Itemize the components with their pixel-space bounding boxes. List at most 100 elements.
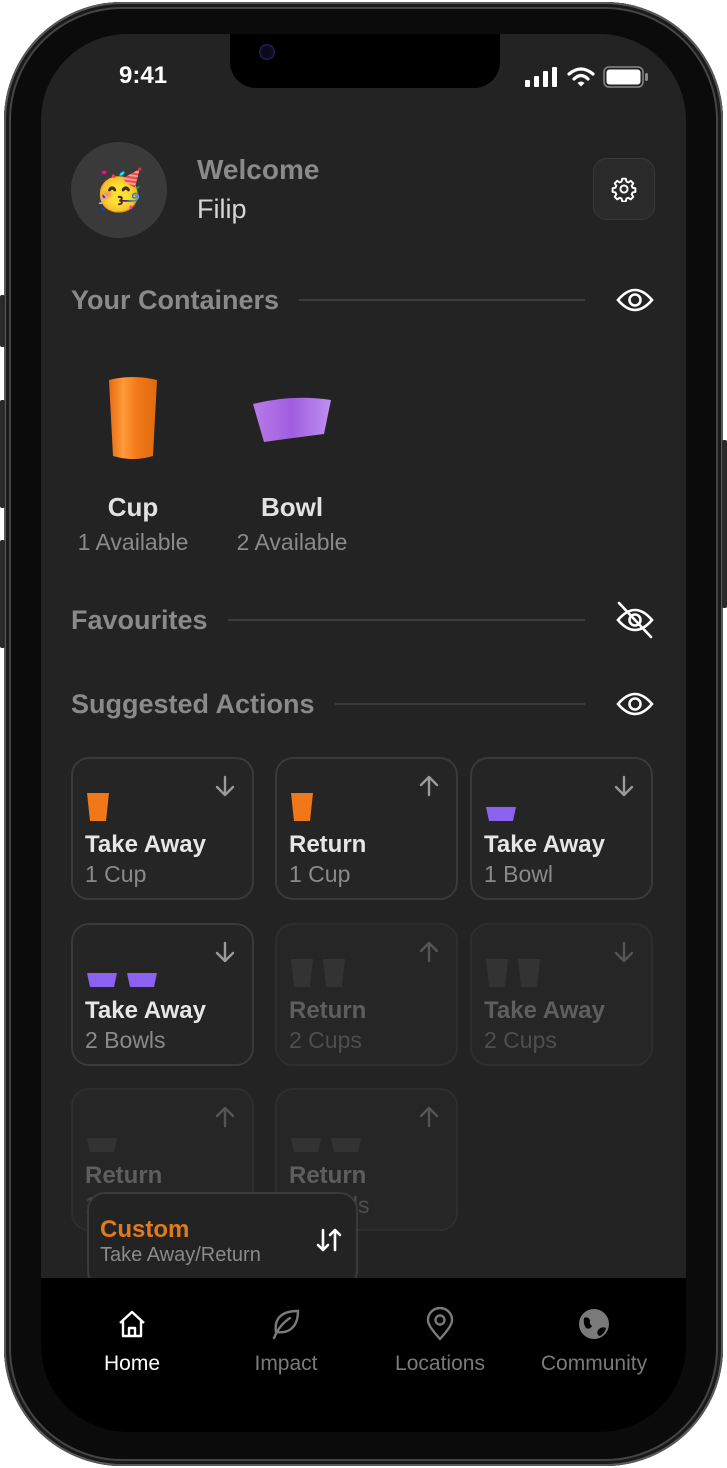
divider xyxy=(227,619,585,621)
container-icons xyxy=(291,1124,361,1152)
cup-icon xyxy=(323,959,345,987)
container-name: Cup xyxy=(107,492,159,522)
arrow-down-icon xyxy=(215,775,235,797)
suggested-section-header: Suggested Actions xyxy=(71,684,655,724)
action-card[interactable]: Return 2 Cups xyxy=(275,923,458,1066)
bowl-image xyxy=(227,364,357,474)
bowl-icon xyxy=(486,807,516,821)
nav-community[interactable]: Community xyxy=(517,1302,671,1376)
action-title: Return xyxy=(289,997,367,1024)
eye-off-icon xyxy=(616,601,654,639)
username: Filip xyxy=(197,194,247,224)
container-available: 2 Available xyxy=(236,529,348,555)
action-title: Take Away xyxy=(484,997,605,1024)
container-icons xyxy=(486,793,516,821)
suggested-section-title: Suggested Actions xyxy=(71,688,315,719)
container-available: 1 Available xyxy=(77,529,189,555)
bowl-icon xyxy=(87,973,117,987)
containers-section-title: Your Containers xyxy=(71,284,280,315)
action-subtitle: 2 Cups xyxy=(289,1027,362,1053)
settings-button[interactable] xyxy=(593,158,655,220)
suggested-visibility-toggle[interactable] xyxy=(615,684,655,724)
bowl-icon xyxy=(87,1138,117,1152)
bottom-nav: Home Impact Locations Community xyxy=(41,1278,686,1432)
divider xyxy=(334,703,585,705)
custom-title: Custom xyxy=(100,1216,190,1243)
nav-label: Locations xyxy=(395,1352,485,1375)
action-title: Take Away xyxy=(85,831,206,858)
camera xyxy=(259,44,275,60)
arrow-up-icon xyxy=(215,1106,235,1128)
nav-label: Community xyxy=(540,1352,648,1375)
container-icons xyxy=(87,1124,117,1152)
custom-subtitle: Take Away/Return xyxy=(100,1244,261,1266)
action-subtitle: 2 Cups xyxy=(484,1027,557,1053)
cup-icon xyxy=(291,793,313,821)
avatar[interactable]: 🥳 xyxy=(71,142,167,238)
containers-visibility-toggle[interactable] xyxy=(615,280,655,320)
action-card[interactable]: Take Away 1 Cup xyxy=(71,757,254,900)
favourites-visibility-toggle[interactable] xyxy=(615,600,655,640)
avatar-emoji: 🥳 xyxy=(94,168,144,213)
arrow-up-icon xyxy=(419,1106,439,1128)
bowl-icon xyxy=(331,1138,361,1152)
action-subtitle: 1 Bowl xyxy=(484,861,554,887)
action-card[interactable]: Take Away 2 Bowls xyxy=(71,923,254,1066)
battery-icon xyxy=(603,66,648,88)
action-title: Take Away xyxy=(484,831,605,858)
action-title: Return xyxy=(289,831,367,858)
nav-impact[interactable]: Impact xyxy=(209,1302,363,1376)
action-card[interactable]: Return 1 Cup xyxy=(275,757,458,900)
power-button xyxy=(722,440,727,608)
cup-icon xyxy=(291,959,313,987)
cup-icon xyxy=(518,959,540,987)
container-icons xyxy=(486,959,540,987)
container-icons xyxy=(291,793,313,821)
volume-up-button xyxy=(0,400,5,508)
bowl-icon xyxy=(291,1138,321,1152)
container-cup[interactable]: Cup 1 Available xyxy=(68,364,198,556)
action-card[interactable]: Take Away 2 Cups xyxy=(470,923,653,1066)
divider xyxy=(299,299,585,301)
leaf-icon xyxy=(272,1309,300,1340)
arrow-down-icon xyxy=(614,775,634,797)
action-subtitle: 1 Cup xyxy=(85,861,147,887)
action-title: Return xyxy=(85,1162,163,1189)
eye-icon xyxy=(616,692,654,716)
container-name: Bowl xyxy=(260,492,324,522)
location-pin-icon xyxy=(426,1307,454,1341)
nav-home[interactable]: Home xyxy=(55,1302,209,1376)
cup-image xyxy=(68,364,198,474)
action-card[interactable]: Take Away 1 Bowl xyxy=(470,757,653,900)
gear-icon xyxy=(611,177,637,202)
bowl-icon xyxy=(127,973,157,987)
action-subtitle: 1 Cup xyxy=(289,861,351,887)
container-bowl[interactable]: Bowl 2 Available xyxy=(227,364,357,556)
arrow-down-icon xyxy=(614,941,634,963)
mute-switch xyxy=(0,295,5,347)
custom-action-button[interactable]: Custom Take Away/Return xyxy=(87,1192,358,1289)
arrow-up-icon xyxy=(419,775,439,797)
arrow-up-icon xyxy=(419,941,439,963)
status-icons xyxy=(525,66,649,88)
action-title: Take Away xyxy=(85,997,206,1024)
favourites-section-header: Favourites xyxy=(71,600,655,640)
cup-icon xyxy=(486,959,508,987)
home-icon xyxy=(119,1310,145,1338)
swap-vertical-icon xyxy=(316,1228,342,1252)
nav-label: Home xyxy=(103,1352,161,1375)
container-icons xyxy=(87,959,157,987)
nav-locations[interactable]: Locations xyxy=(363,1302,517,1376)
container-icons xyxy=(291,959,345,987)
nav-label: Impact xyxy=(254,1352,318,1375)
notch xyxy=(230,34,500,88)
globe-icon xyxy=(579,1309,609,1339)
app-screen: 9:41 🥳 Welcome Filip Your Containers Cup… xyxy=(41,34,686,1432)
volume-down-button xyxy=(0,540,5,648)
status-time: 9:41 xyxy=(119,62,168,89)
action-title: Return xyxy=(289,1162,367,1189)
signal-icon xyxy=(525,67,557,87)
containers-section-header: Your Containers xyxy=(71,280,655,320)
cup-icon xyxy=(87,793,109,821)
container-icons xyxy=(87,793,109,821)
